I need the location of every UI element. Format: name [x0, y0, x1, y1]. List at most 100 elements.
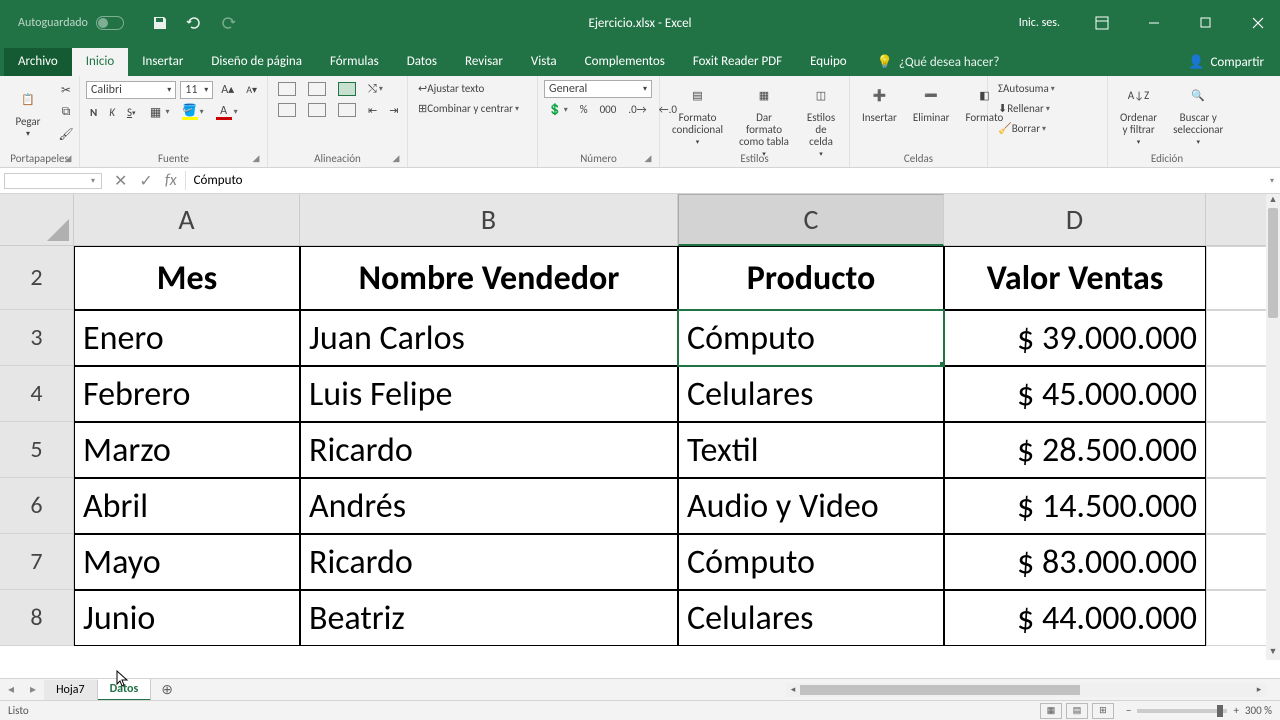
- cell-empty[interactable]: [1206, 366, 1266, 422]
- signin-link[interactable]: Inic. ses.: [1019, 16, 1060, 30]
- cell-empty[interactable]: [1206, 422, 1266, 478]
- scroll-up-icon[interactable]: ▲: [1266, 194, 1280, 208]
- align-right-button[interactable]: [334, 101, 360, 119]
- col-header-C[interactable]: C: [678, 194, 944, 246]
- cell-mes[interactable]: Febrero: [74, 366, 300, 422]
- tellme-search[interactable]: 💡¿Qué desea hacer?: [867, 49, 1010, 76]
- cell-vendedor[interactable]: Andrés: [300, 478, 678, 534]
- sheet-nav-prev[interactable]: ◂: [0, 682, 22, 697]
- align-left-button[interactable]: [274, 101, 300, 119]
- row-header-5[interactable]: 5: [0, 422, 74, 478]
- comma-button[interactable]: 000: [596, 101, 621, 118]
- percent-button[interactable]: %: [576, 101, 592, 118]
- font-color-button[interactable]: A: [212, 102, 242, 122]
- copy-button[interactable]: ⧉: [54, 102, 78, 122]
- cell-producto[interactable]: Audio y Video: [678, 478, 944, 534]
- close-icon[interactable]: [1236, 0, 1280, 46]
- col-header-blank[interactable]: [1206, 194, 1266, 246]
- tab-formulas[interactable]: Fórmulas: [316, 48, 393, 76]
- row-header-7[interactable]: 7: [0, 534, 74, 590]
- cell-mes[interactable]: Marzo: [74, 422, 300, 478]
- hscroll-right-icon[interactable]: ▸: [1252, 684, 1266, 695]
- zoom-in-button[interactable]: +: [1233, 704, 1238, 717]
- col-header-A[interactable]: A: [74, 194, 300, 246]
- cell-producto[interactable]: Celulares: [678, 590, 944, 646]
- name-box[interactable]: ▾: [4, 173, 102, 189]
- header-cell[interactable]: Mes: [74, 246, 300, 310]
- cell-vendedor[interactable]: Luis Felipe: [300, 366, 678, 422]
- sort-filter-button[interactable]: A↓ZOrdenar y filtrar▾: [1114, 80, 1163, 148]
- formula-input[interactable]: Cómputo: [185, 171, 1264, 190]
- scroll-thumb[interactable]: [1268, 208, 1278, 318]
- hscroll-thumb[interactable]: [800, 685, 1080, 695]
- row-header-8[interactable]: 8: [0, 590, 74, 646]
- expand-fx-icon[interactable]: ▾: [1264, 176, 1280, 186]
- number-format-select[interactable]: General▾: [544, 80, 652, 98]
- header-cell[interactable]: Producto: [678, 246, 944, 310]
- delete-cells-button[interactable]: ➖Eliminar: [907, 80, 956, 126]
- cell-empty[interactable]: [1206, 534, 1266, 590]
- hscroll-left-icon[interactable]: ◂: [786, 684, 800, 695]
- row-header-2[interactable]: 2: [0, 246, 74, 310]
- col-header-B[interactable]: B: [300, 194, 678, 246]
- launcher-icon[interactable]: ◢: [643, 153, 653, 163]
- cell-valor[interactable]: $ 45.000.000: [944, 366, 1206, 422]
- cell-mes[interactable]: Mayo: [74, 534, 300, 590]
- ribbon-options-icon[interactable]: [1080, 0, 1124, 46]
- indent-dec-button[interactable]: ⇤: [364, 102, 381, 119]
- undo-icon[interactable]: [186, 15, 202, 31]
- cell-valor[interactable]: $ 14.500.000: [944, 478, 1206, 534]
- cell-valor[interactable]: $ 39.000.000: [944, 310, 1206, 366]
- cell-styles-button[interactable]: ◫Estilos de celda▾: [799, 80, 843, 160]
- tab-view[interactable]: Vista: [517, 48, 571, 76]
- font-size-select[interactable]: 11▾: [180, 81, 213, 99]
- sheet-tab-hoja7[interactable]: Hoja7: [44, 680, 98, 700]
- accounting-button[interactable]: 💲: [544, 101, 572, 118]
- zoom-out-button[interactable]: −: [1126, 704, 1131, 717]
- bold-button[interactable]: N: [86, 104, 101, 121]
- cell-vendedor[interactable]: Ricardo: [300, 422, 678, 478]
- sheet-tab-datos[interactable]: Datos: [98, 679, 152, 701]
- view-break-button[interactable]: ⊞: [1092, 703, 1114, 719]
- tab-addins[interactable]: Complementos: [571, 48, 679, 76]
- col-header-D[interactable]: D: [944, 194, 1206, 246]
- launcher-icon[interactable]: ◢: [251, 153, 261, 163]
- cell-empty[interactable]: [1206, 310, 1266, 366]
- decrease-font-button[interactable]: A▾: [242, 81, 261, 98]
- wrap-text-button[interactable]: ↩ Ajustar texto: [414, 80, 488, 97]
- cell-mes[interactable]: Enero: [74, 310, 300, 366]
- tab-layout[interactable]: Diseño de página: [197, 48, 316, 76]
- view-layout-button[interactable]: ▤: [1066, 703, 1088, 719]
- header-cell[interactable]: Nombre Vendedor: [300, 246, 678, 310]
- row-header-4[interactable]: 4: [0, 366, 74, 422]
- inc-decimal-button[interactable]: .0→: [624, 101, 650, 118]
- redo-icon[interactable]: [220, 15, 236, 31]
- confirm-fx-icon[interactable]: ✓: [139, 171, 152, 191]
- tab-team[interactable]: Equipo: [796, 48, 861, 76]
- align-bottom-button[interactable]: [334, 80, 360, 98]
- format-painter-button[interactable]: 🖌: [54, 124, 78, 144]
- zoom-slider[interactable]: [1137, 709, 1227, 713]
- tab-review[interactable]: Revisar: [451, 48, 517, 76]
- borders-button[interactable]: ▦: [144, 102, 174, 122]
- autosum-button[interactable]: Σ Autosuma: [994, 80, 1059, 97]
- cell-empty[interactable]: [1206, 246, 1266, 310]
- indent-inc-button[interactable]: ⇥: [385, 102, 402, 119]
- row-header-3[interactable]: 3: [0, 310, 74, 366]
- cell-vendedor[interactable]: Ricardo: [300, 534, 678, 590]
- vertical-scrollbar[interactable]: ▲ ▼: [1266, 194, 1280, 660]
- cell-valor[interactable]: $ 44.000.000: [944, 590, 1206, 646]
- header-cell[interactable]: Valor Ventas: [944, 246, 1206, 310]
- cell-vendedor[interactable]: Beatriz: [300, 590, 678, 646]
- cancel-fx-icon[interactable]: ✕: [114, 171, 127, 191]
- cell-empty[interactable]: [1206, 478, 1266, 534]
- cell-vendedor[interactable]: Juan Carlos: [300, 310, 678, 366]
- align-center-button[interactable]: [304, 101, 330, 119]
- tab-home[interactable]: Inicio: [72, 48, 128, 76]
- share-button[interactable]: 👤Compartir: [1172, 49, 1280, 76]
- tab-file[interactable]: Archivo: [4, 48, 72, 76]
- launcher-icon[interactable]: ◢: [63, 153, 73, 163]
- conditional-format-button[interactable]: ▤Formato condicional▾: [666, 80, 729, 148]
- orientation-button[interactable]: ⤭: [364, 80, 387, 98]
- find-select-button[interactable]: 🔍Buscar y seleccionar▾: [1167, 80, 1229, 148]
